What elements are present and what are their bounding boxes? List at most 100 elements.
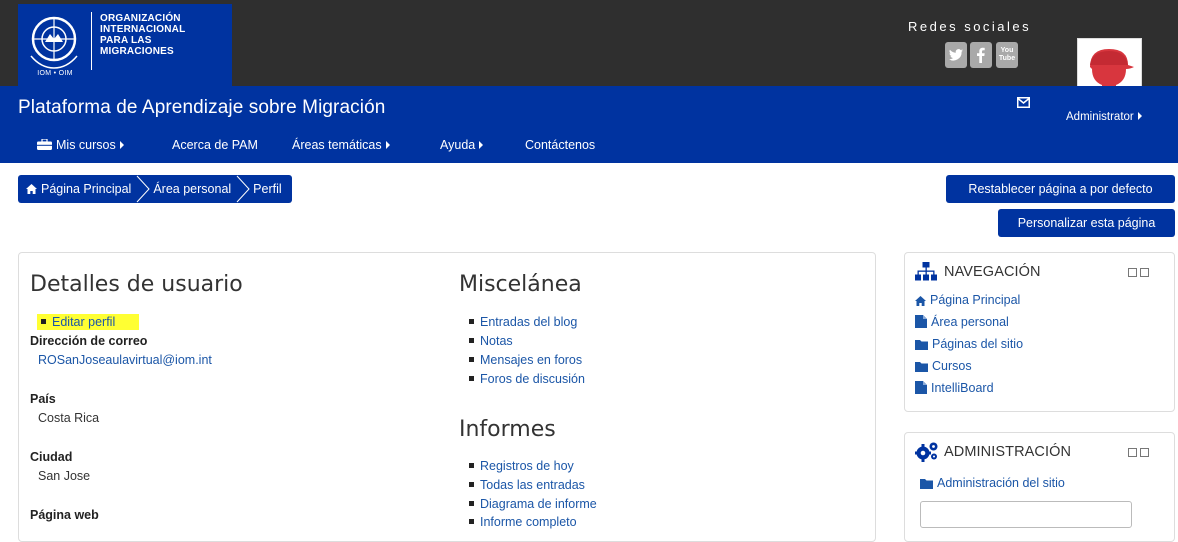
report-item-label: Registros de hoy bbox=[480, 459, 574, 473]
nav-block-item-home[interactable]: Página Principal bbox=[915, 293, 1020, 307]
nav-label-contactenos: Contáctenos bbox=[525, 138, 596, 152]
breadcrumb-home[interactable]: Página Principal bbox=[26, 182, 131, 196]
navigation-block-controls bbox=[1128, 268, 1150, 277]
bullet-icon bbox=[469, 463, 474, 468]
bullet-icon bbox=[469, 338, 474, 343]
logo-text: ORGANIZACIÓN INTERNACIONAL PARA LAS MIGR… bbox=[100, 13, 185, 57]
country-label: País bbox=[30, 392, 56, 406]
misc-item-label: Entradas del blog bbox=[480, 315, 578, 329]
caret-right-icon bbox=[1137, 112, 1142, 120]
dock-block-icon[interactable] bbox=[1140, 268, 1149, 277]
logo-line-2: INTERNACIONAL bbox=[100, 24, 186, 35]
breadcrumb-area-label: Área personal bbox=[153, 182, 232, 196]
sitemap-icon bbox=[915, 262, 937, 281]
logo-line-1: ORGANIZACIÓN bbox=[100, 13, 181, 24]
breadcrumb-area-personal[interactable]: Área personal bbox=[153, 182, 231, 196]
report-item-label: Informe completo bbox=[480, 515, 577, 529]
bullet-icon bbox=[469, 482, 474, 487]
file-icon bbox=[915, 381, 927, 394]
reset-page-button[interactable]: Restablecer página a por defecto bbox=[946, 175, 1175, 203]
nav-block-item-intelliboard[interactable]: IntelliBoard bbox=[915, 381, 994, 395]
bullet-icon bbox=[469, 501, 474, 506]
misc-item-label: Mensajes en foros bbox=[480, 353, 583, 367]
admin-block-item-site-admin[interactable]: Administración del sitio bbox=[920, 476, 1065, 490]
bullet-icon bbox=[41, 319, 46, 324]
logo-divider bbox=[91, 12, 92, 70]
misc-item-notas[interactable]: Notas bbox=[469, 334, 513, 348]
nav-block-label: IntelliBoard bbox=[931, 381, 994, 395]
nav-block-item-paginas[interactable]: Páginas del sitio bbox=[915, 337, 1023, 351]
breadcrumb-perfil[interactable]: Perfil bbox=[253, 182, 281, 196]
caret-right-icon bbox=[385, 141, 390, 149]
nav-block-label: Área personal bbox=[931, 315, 1009, 329]
folder-icon bbox=[915, 340, 928, 350]
minimize-block-icon[interactable] bbox=[1128, 268, 1137, 277]
nav-block-item-cursos[interactable]: Cursos bbox=[915, 359, 972, 373]
nav-contactenos[interactable]: Contáctenos bbox=[525, 138, 595, 152]
twitter-icon[interactable] bbox=[945, 42, 967, 68]
messages-envelope-icon[interactable] bbox=[1017, 97, 1030, 108]
nav-block-item-area-personal[interactable]: Área personal bbox=[915, 315, 1009, 329]
report-item-todas[interactable]: Todas las entradas bbox=[469, 478, 585, 492]
webpage-label: Página web bbox=[30, 508, 99, 522]
nav-block-label: Páginas del sitio bbox=[932, 337, 1024, 351]
nav-areas-tematicas[interactable]: Áreas temáticas bbox=[292, 138, 390, 152]
bullet-icon bbox=[469, 519, 474, 524]
site-header: Plataforma de Aprendizaje sobre Migració… bbox=[0, 86, 1178, 163]
breadcrumb-separator-icon bbox=[136, 175, 151, 203]
caret-right-icon bbox=[479, 141, 484, 149]
nav-block-label: Cursos bbox=[932, 359, 972, 373]
user-menu[interactable]: Administrator bbox=[1066, 111, 1142, 123]
folder-icon bbox=[920, 479, 933, 489]
administration-block-title: ADMINISTRACIÓN bbox=[944, 444, 1072, 460]
misc-item-mensajes[interactable]: Mensajes en foros bbox=[469, 353, 582, 367]
youtube-label: You Tube bbox=[998, 47, 1016, 62]
breadcrumb-home-label: Página Principal bbox=[41, 182, 132, 196]
misc-item-blog[interactable]: Entradas del blog bbox=[469, 315, 577, 329]
breadcrumb: Página Principal Área personal Perfil bbox=[18, 175, 292, 203]
cogs-icon bbox=[915, 442, 938, 462]
breadcrumb-separator-icon bbox=[236, 175, 250, 203]
folder-icon bbox=[915, 362, 928, 372]
misc-item-label: Notas bbox=[480, 334, 513, 348]
un-globe-icon bbox=[30, 16, 78, 69]
breadcrumb-perfil-label: Perfil bbox=[253, 182, 282, 196]
edit-profile-label: Editar perfil bbox=[52, 315, 116, 329]
report-item-hoy[interactable]: Registros de hoy bbox=[469, 459, 574, 473]
home-icon bbox=[26, 184, 37, 194]
nav-ayuda[interactable]: Ayuda bbox=[440, 138, 484, 152]
top-header: ORGANIZACIÓN INTERNACIONAL PARA LAS MIGR… bbox=[0, 0, 1178, 101]
bullet-icon bbox=[469, 376, 474, 381]
navigation-block-title: NAVEGACIÓN bbox=[944, 264, 1041, 280]
report-item-diagrama[interactable]: Diagrama de informe bbox=[469, 497, 597, 511]
report-item-completo[interactable]: Informe completo bbox=[469, 515, 577, 529]
logo-line-3: PARA LAS bbox=[100, 35, 152, 46]
nav-acerca-de-pam[interactable]: Acerca de PAM bbox=[172, 138, 258, 152]
edit-profile-link[interactable]: Editar perfil bbox=[41, 315, 115, 329]
facebook-icon[interactable] bbox=[970, 42, 992, 68]
bullet-icon bbox=[469, 357, 474, 362]
youtube-icon[interactable]: You Tube bbox=[996, 42, 1018, 68]
social-title: Redes sociales bbox=[908, 19, 1032, 34]
site-title[interactable]: Plataforma de Aprendizaje sobre Migració… bbox=[18, 97, 385, 119]
misc-item-foros[interactable]: Foros de discusión bbox=[469, 372, 585, 386]
customize-page-label: Personalizar esta página bbox=[1017, 216, 1156, 230]
admin-block-label: Administración del sitio bbox=[937, 476, 1065, 490]
customize-page-button[interactable]: Personalizar esta página bbox=[998, 209, 1175, 237]
bullet-icon bbox=[469, 319, 474, 324]
caret-right-icon bbox=[119, 141, 124, 149]
administration-block-controls bbox=[1128, 448, 1150, 457]
city-label: Ciudad bbox=[30, 450, 73, 464]
misc-item-label: Foros de discusión bbox=[480, 372, 585, 386]
nav-label-ayuda: Ayuda bbox=[440, 138, 476, 152]
nav-label-areas: Áreas temáticas bbox=[292, 138, 382, 152]
briefcase-icon bbox=[37, 139, 52, 150]
dock-block-icon[interactable] bbox=[1140, 448, 1149, 457]
logo-line-4: MIGRACIONES bbox=[100, 46, 174, 57]
nav-mis-cursos[interactable]: Mis cursos bbox=[37, 138, 124, 152]
iom-logo[interactable]: ORGANIZACIÓN INTERNACIONAL PARA LAS MIGR… bbox=[18, 4, 232, 86]
admin-search-input[interactable] bbox=[920, 501, 1132, 528]
user-details-heading: Detalles de usuario bbox=[30, 272, 243, 297]
minimize-block-icon[interactable] bbox=[1128, 448, 1137, 457]
email-link[interactable]: ROSanJoseaulavirtual@iom.int bbox=[38, 353, 212, 367]
